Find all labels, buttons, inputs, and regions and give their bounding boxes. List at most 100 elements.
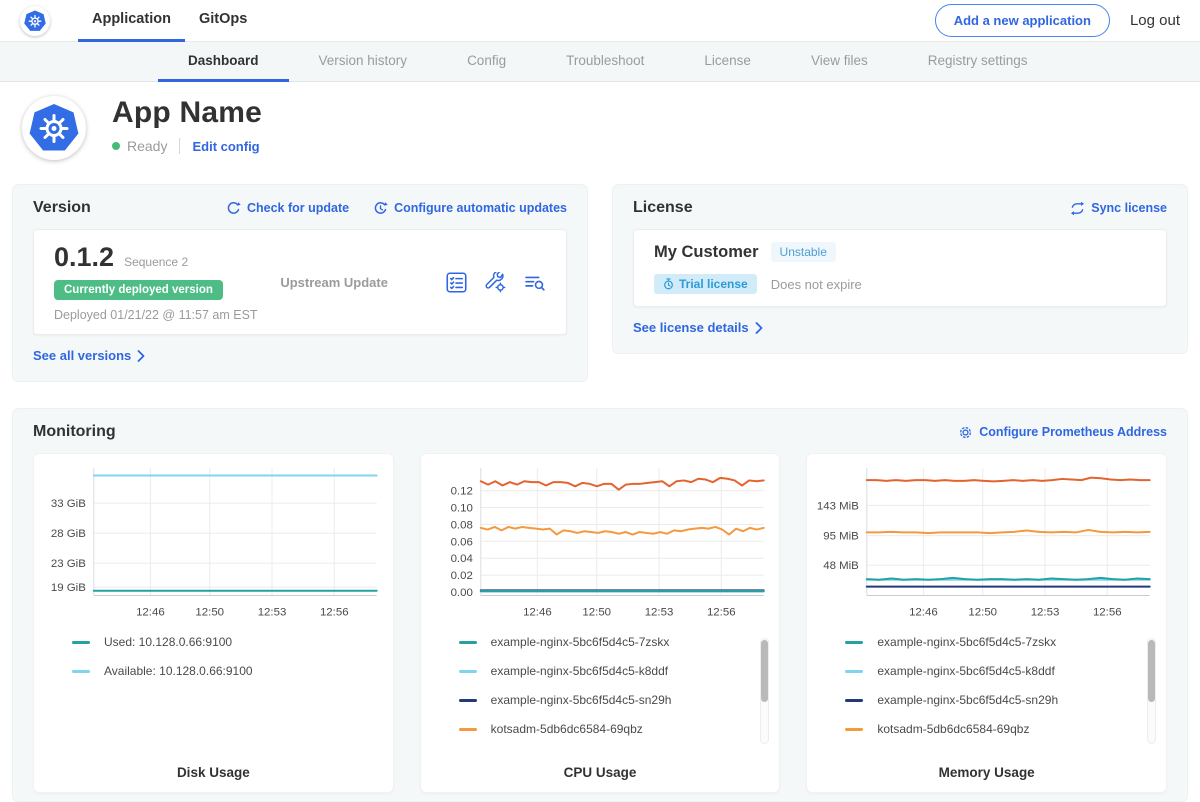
svg-text:12:56: 12:56 [1093, 606, 1122, 618]
tab-license[interactable]: License [674, 42, 781, 82]
chart-title: CPU Usage [421, 765, 780, 780]
cpu-usage-chart-card: 0.120.100.080.060.040.020.0012:4612:5012… [420, 453, 781, 793]
memory-usage-legend: example-nginx-5bc6f5d4c5-7zskx example-ng… [815, 635, 1158, 736]
license-panel-header: License Sync license [633, 199, 1167, 217]
svg-text:0.08: 0.08 [450, 519, 472, 531]
scrollbar-thumb[interactable] [1148, 640, 1155, 702]
logout-button[interactable]: Log out [1130, 12, 1180, 29]
svg-text:0.10: 0.10 [450, 503, 472, 515]
svg-text:48 MiB: 48 MiB [824, 560, 860, 572]
see-license-details-link[interactable]: See license details [633, 320, 763, 335]
tab-gitops[interactable]: GitOps [185, 0, 261, 42]
page-title: App Name [112, 96, 262, 130]
version-sequence: Sequence 2 [124, 255, 188, 269]
version-source-label: Upstream Update [280, 275, 446, 290]
stopwatch-icon [663, 278, 674, 290]
svg-text:143 MiB: 143 MiB [817, 500, 859, 512]
legend-label: kotsadm-5db6dc6584-69qbz [877, 722, 1029, 736]
tab-registry-settings[interactable]: Registry settings [898, 42, 1058, 82]
svg-text:12:53: 12:53 [644, 606, 673, 618]
svg-text:19 GiB: 19 GiB [51, 582, 86, 594]
topnav-tabs: Application GitOps [78, 0, 261, 42]
legend-scrollbar[interactable] [760, 638, 769, 744]
legend-label: kotsadm-5db6dc6584-69qbz [491, 722, 643, 736]
legend-item: example-nginx-5bc6f5d4c5-sn29h [459, 693, 772, 707]
panels-row: Version Check for update [12, 184, 1188, 382]
svg-text:12:53: 12:53 [258, 606, 287, 618]
legend-item: kotsadm-5db6dc6584-69qbz [459, 722, 772, 736]
see-all-versions-link[interactable]: See all versions [33, 348, 145, 363]
customer-name: My Customer [654, 243, 759, 262]
legend-item: kotsadm-5db6dc6584-69qbz [845, 722, 1158, 736]
check-for-update-link[interactable]: Check for update [226, 201, 349, 216]
legend-color-dash [845, 641, 863, 644]
configure-automatic-updates-link[interactable]: Configure automatic updates [373, 201, 567, 216]
topnav-right: Add a new application Log out [935, 4, 1180, 37]
legend-item: example-nginx-5bc6f5d4c5-k8ddf [845, 664, 1158, 678]
add-new-application-button[interactable]: Add a new application [935, 4, 1110, 37]
gear-icon [958, 425, 973, 440]
tab-troubleshoot[interactable]: Troubleshoot [536, 42, 674, 82]
tab-dashboard[interactable]: Dashboard [158, 42, 289, 82]
configure-prometheus-link[interactable]: Configure Prometheus Address [958, 425, 1167, 440]
sync-license-link[interactable]: Sync license [1070, 201, 1167, 216]
legend-color-dash [845, 670, 863, 673]
tab-gitops-label: GitOps [199, 11, 247, 27]
svg-text:12:56: 12:56 [320, 606, 349, 618]
svg-text:12:50: 12:50 [195, 606, 224, 618]
trial-license-badge: Trial license [654, 274, 757, 294]
view-files-icon[interactable] [524, 272, 546, 293]
scrollbar-thumb[interactable] [761, 640, 768, 702]
legend-label: example-nginx-5bc6f5d4c5-k8ddf [491, 664, 668, 678]
license-panel-title: License [633, 199, 693, 217]
legend-item: example-nginx-5bc6f5d4c5-7zskx [459, 635, 772, 649]
monitoring-title: Monitoring [33, 423, 116, 441]
svg-text:95 MiB: 95 MiB [824, 531, 860, 543]
legend-item: example-nginx-5bc6f5d4c5-7zskx [845, 635, 1158, 649]
trial-license-label: Trial license [679, 277, 748, 291]
legend-color-dash [72, 641, 90, 644]
monitoring-panel: Monitoring Configure Prometheus Address … [12, 408, 1188, 802]
tab-application-label: Application [92, 11, 171, 27]
tab-application[interactable]: Application [78, 0, 185, 42]
edit-config-link[interactable]: Edit config [192, 139, 259, 154]
tab-config[interactable]: Config [437, 42, 536, 82]
deployed-timestamp: Deployed 01/21/22 @ 11:57 am EST [54, 308, 280, 322]
svg-text:12:46: 12:46 [136, 606, 165, 618]
kubernetes-logo-icon[interactable] [20, 6, 50, 36]
svg-text:23 GiB: 23 GiB [51, 558, 86, 570]
memory-usage-chart-card: 143 MiB95 MiB48 MiB12:4612:5012:5312:56 … [806, 453, 1167, 793]
license-expiration: Does not expire [771, 277, 862, 292]
svg-text:28 GiB: 28 GiB [51, 528, 86, 540]
config-wrench-icon[interactable] [485, 272, 506, 293]
sync-license-label: Sync license [1091, 201, 1167, 215]
legend-item: Available: 10.128.0.66:9100 [72, 664, 385, 678]
version-info: 0.1.2 Sequence 2 Currently deployed vers… [54, 242, 280, 322]
legend-item: example-nginx-5bc6f5d4c5-sn29h [845, 693, 1158, 707]
legend-label: example-nginx-5bc6f5d4c5-7zskx [491, 635, 670, 649]
svg-text:0.12: 0.12 [450, 486, 472, 498]
svg-text:12:46: 12:46 [909, 606, 938, 618]
legend-item: Used: 10.128.0.66:9100 [72, 635, 385, 649]
app-header: App Name Ready Edit config [0, 82, 1200, 172]
tab-version-history[interactable]: Version history [289, 42, 438, 82]
svg-text:12:46: 12:46 [523, 606, 552, 618]
disk-usage-legend: Used: 10.128.0.66:9100 Available: 10.128.… [42, 635, 385, 678]
legend-label: example-nginx-5bc6f5d4c5-sn29h [877, 693, 1058, 707]
legend-color-dash [459, 699, 477, 702]
configure-prometheus-label: Configure Prometheus Address [979, 425, 1167, 439]
version-panel-header: Version Check for update [33, 199, 567, 217]
disk-usage-plot: 33 GiB28 GiB23 GiB19 GiB12:4612:5012:531… [42, 464, 385, 625]
svg-text:0.00: 0.00 [450, 587, 472, 599]
legend-label: example-nginx-5bc6f5d4c5-k8ddf [877, 664, 1054, 678]
memory-usage-plot: 143 MiB95 MiB48 MiB12:4612:5012:5312:56 [815, 464, 1158, 625]
legend-scrollbar[interactable] [1147, 638, 1156, 744]
app-sub-nav: Dashboard Version history Config Trouble… [0, 42, 1200, 82]
release-notes-icon[interactable] [446, 272, 467, 293]
legend-color-dash [845, 728, 863, 731]
tab-view-files[interactable]: View files [781, 42, 898, 82]
legend-color-dash [459, 670, 477, 673]
schedule-update-icon [373, 201, 388, 216]
version-number: 0.1.2 [54, 242, 114, 273]
chart-title: Disk Usage [34, 765, 393, 780]
